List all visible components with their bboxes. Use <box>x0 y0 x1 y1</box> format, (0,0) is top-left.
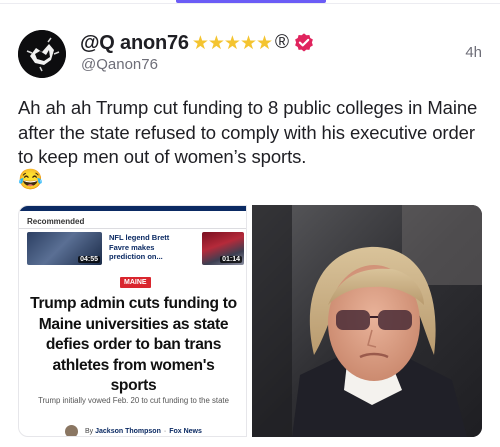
author-name: Jackson Thompson <box>95 427 161 435</box>
top-divider <box>0 3 500 4</box>
photo-image[interactable] <box>252 205 482 437</box>
post-text: Ah ah ah Trump cut funding to 8 public c… <box>18 97 478 167</box>
registered-mark: ® <box>275 32 290 53</box>
byline-prefix: By <box>85 427 94 435</box>
video-thumbnail: 04:55 <box>27 232 102 265</box>
article-headline: Trump admin cuts funding to Maine univer… <box>30 295 237 394</box>
article-subhead: Trump initially vowed Feb. 20 to cut fun… <box>38 396 229 405</box>
divider <box>19 228 246 229</box>
byline-separator: · <box>163 427 167 435</box>
verified-badge-icon <box>295 33 313 52</box>
article-screenshot-image[interactable]: Recommended 04:55 NFL legend Brett Favre… <box>18 205 247 437</box>
recommended-label: Recommended <box>27 217 85 226</box>
site-header-bar <box>19 206 246 211</box>
video-duration: 04:55 <box>78 256 100 263</box>
recommended-title: NFL legend Brett Favre makes prediction … <box>109 233 170 261</box>
laughing-emoji: 😂 <box>18 169 43 191</box>
star-rating: ★★★★★ <box>191 32 273 54</box>
byline: By Jackson Thompson · Fox News <box>65 424 202 436</box>
display-name[interactable]: @Q anon76 <box>80 32 189 55</box>
video-duration: 01:14 <box>220 256 242 263</box>
author-avatar <box>65 424 78 436</box>
section-tag: MAINE <box>120 277 151 288</box>
avatar[interactable] <box>18 30 66 78</box>
author-name-row[interactable]: @Q anon76 ★★★★★ ® <box>80 30 315 56</box>
user-handle[interactable]: @Qanon76 <box>81 56 158 73</box>
video-thumbnail: 01:14 <box>202 232 244 265</box>
outlet-name: Fox News <box>169 427 202 435</box>
post-timestamp: 4h <box>465 44 482 61</box>
